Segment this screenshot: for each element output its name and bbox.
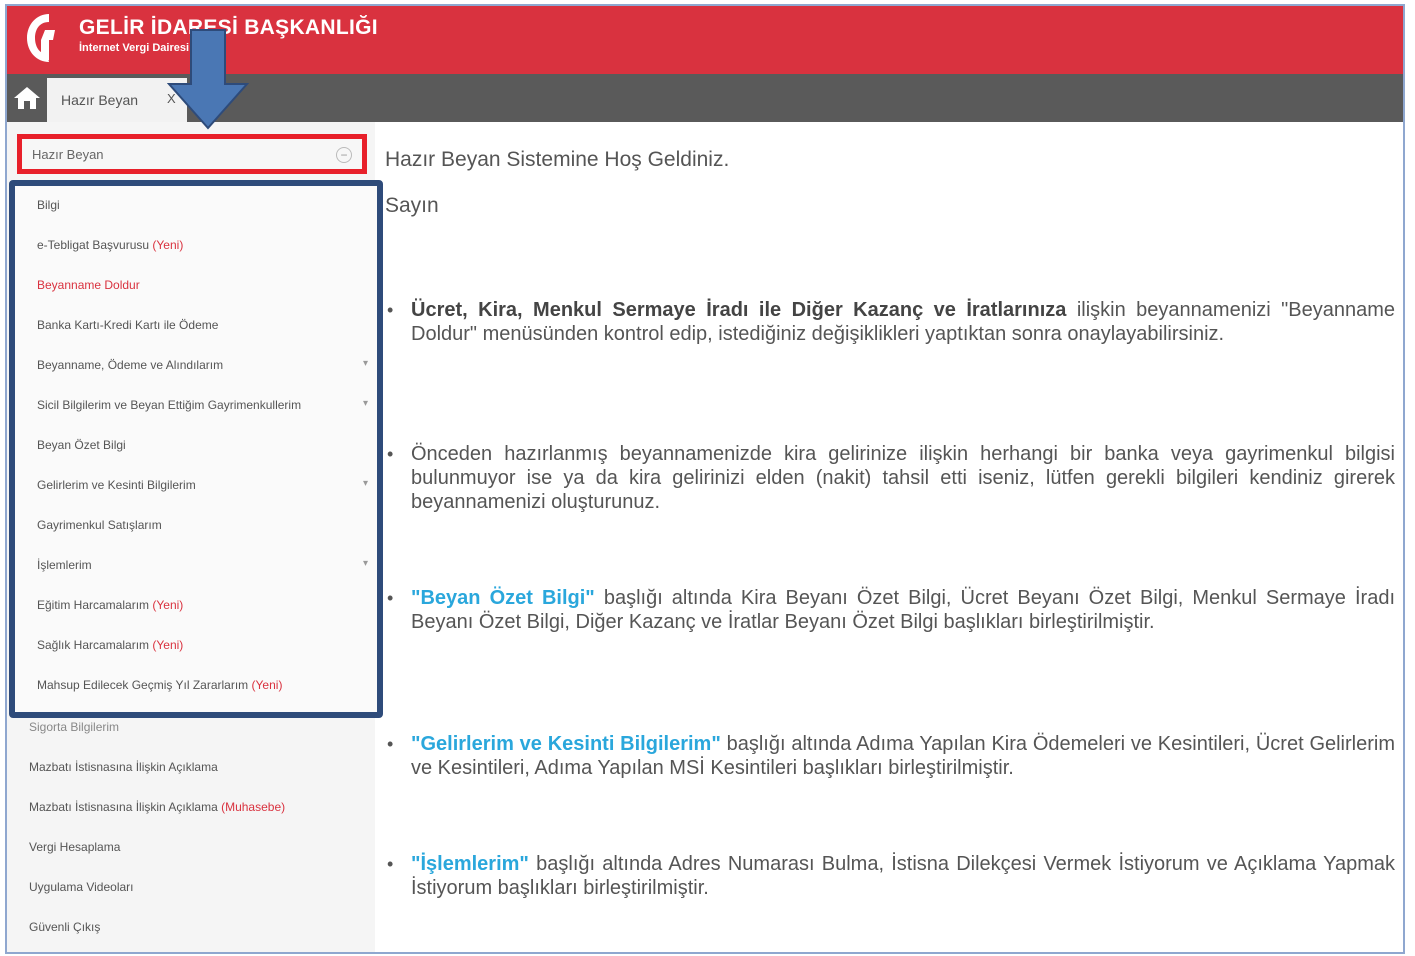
browser-frame: GELİR İDARESİ BAŞKANLIĞI İnternet Vergi … [5, 4, 1405, 954]
sidebar-item-sigorta[interactable]: Sigorta Bilgilerim [29, 720, 119, 734]
sidebar-item-mazbati-muhasebe[interactable]: Mazbatı İstisnasına İlişkin Açıklama (Mu… [29, 800, 285, 814]
sidebar-item-islemlerim[interactable]: İşlemlerim [37, 558, 92, 572]
main-content: Hazır Beyan Sistemine Hoş Geldiniz. Sayı… [385, 122, 1401, 952]
home-icon [14, 87, 40, 109]
sidebar-item-beyan-ozet[interactable]: Beyan Özet Bilgi [37, 438, 126, 452]
sidebar-header-label: Hazır Beyan [32, 146, 104, 162]
sidebar-item-videolar[interactable]: Uygulama Videoları [29, 880, 134, 894]
sidebar-item-alindilarim[interactable]: Beyanname, Ödeme ve Alındılarım [37, 358, 223, 372]
menu-highlight-box: Bilgi e-Tebligat Başvurusu (Yeni) Beyann… [9, 180, 383, 718]
gib-logo-icon [27, 14, 55, 62]
welcome-heading: Hazır Beyan Sistemine Hoş Geldiniz. [385, 148, 730, 171]
link-islemlerim[interactable]: "İşlemlerim" [411, 853, 529, 875]
sidebar-item-cikis[interactable]: Güvenli Çıkış [29, 920, 100, 934]
info-bullet: • Ücret, Kira, Menkul Sermaye İradı ile … [387, 299, 1395, 345]
sidebar-item-gayrimenkul[interactable]: Gayrimenkul Satışlarım [37, 518, 162, 532]
info-bullet: • "Gelirlerim ve Kesinti Bilgilerim" baş… [387, 733, 1395, 779]
home-button[interactable] [9, 78, 45, 118]
sidebar-item-e-tebligat[interactable]: e-Tebligat Başvurusu (Yeni) [37, 238, 183, 252]
sidebar-item-sicil[interactable]: Sicil Bilgilerim ve Beyan Ettiğim Gayrim… [37, 398, 301, 412]
tab-hazir-beyan[interactable]: Hazır Beyan [47, 78, 187, 122]
link-gelirlerim[interactable]: "Gelirlerim ve Kesinti Bilgilerim" [411, 733, 721, 755]
sidebar-item-bilgi[interactable]: Bilgi [37, 198, 60, 212]
sidebar-item-gelirlerim[interactable]: Gelirlerim ve Kesinti Bilgilerim [37, 478, 196, 492]
sidebar-item-mazbati[interactable]: Mazbatı İstisnasına İlişkin Açıklama [29, 760, 218, 774]
info-bullet: • "Beyan Özet Bilgi" başlığı altında Kir… [387, 587, 1395, 633]
sidebar: Hazır Beyan − Bilgi e-Tebligat Başvurusu… [7, 122, 383, 952]
sidebar-item-mahsup[interactable]: Mahsup Edilecek Geçmiş Yıl Zararlarım (Y… [37, 678, 282, 692]
sidebar-item-vergi-hesaplama[interactable]: Vergi Hesaplama [29, 840, 120, 854]
tab-label: Hazır Beyan [61, 92, 139, 108]
sidebar-item-egitim[interactable]: Eğitim Harcamalarım (Yeni) [37, 598, 183, 612]
down-arrow-icon [167, 29, 249, 130]
chevron-down-icon[interactable]: ▾ [363, 398, 368, 409]
sidebar-item-kart-odeme[interactable]: Banka Kartı-Kredi Kartı ile Ödeme [37, 318, 218, 332]
greeting-text: Sayın [385, 194, 439, 217]
collapse-icon[interactable]: − [336, 147, 352, 163]
info-bullet: • Önceden hazırlanmış beyannamenizde kir… [387, 443, 1395, 513]
sidebar-item-beyanname-doldur[interactable]: Beyanname Doldur [37, 278, 140, 292]
sidebar-item-saglik[interactable]: Sağlık Harcamalarım (Yeni) [37, 638, 183, 652]
sidebar-header[interactable]: Hazır Beyan − [17, 134, 367, 174]
chevron-down-icon[interactable]: ▾ [363, 358, 368, 369]
chevron-down-icon[interactable]: ▾ [363, 478, 368, 489]
link-beyan-ozet[interactable]: "Beyan Özet Bilgi" [411, 587, 595, 609]
info-bullet: • "İşlemlerim" başlığı altında Adres Num… [387, 853, 1395, 899]
chevron-down-icon[interactable]: ▾ [363, 558, 368, 569]
